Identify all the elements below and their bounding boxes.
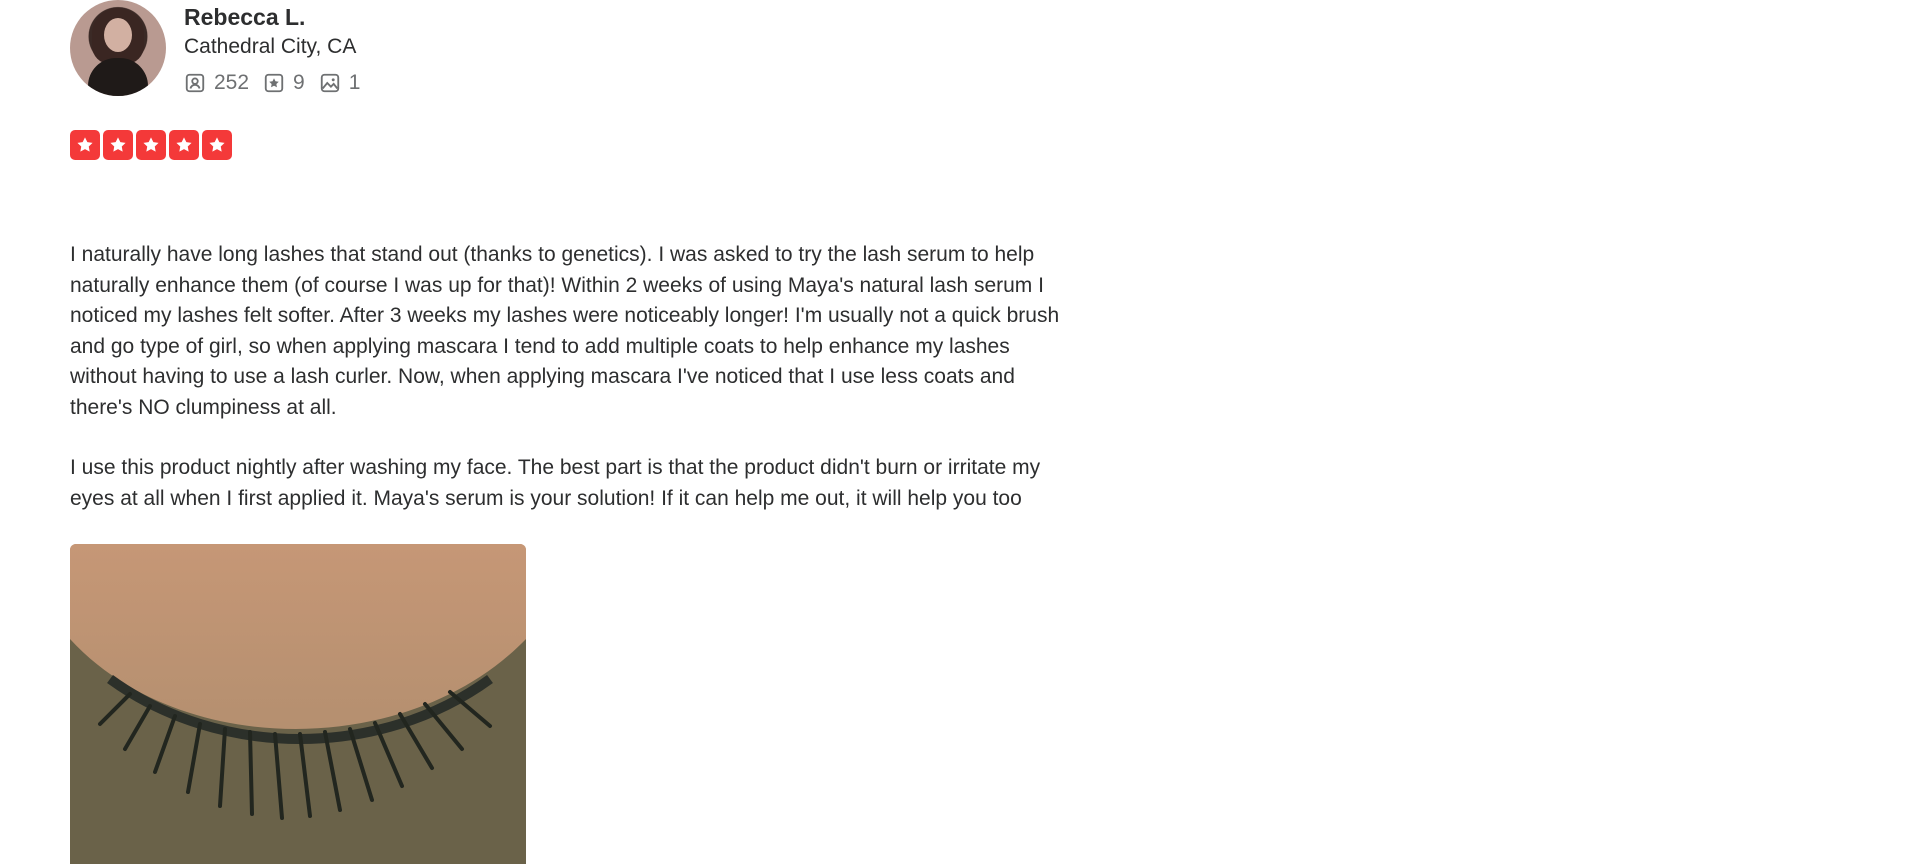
eyelash-photo-art xyxy=(70,544,526,864)
photo-icon xyxy=(320,73,339,93)
star-icon xyxy=(103,130,133,160)
star-rating xyxy=(70,130,1070,160)
stat-reviews: 9 xyxy=(263,70,305,96)
star-icon xyxy=(202,130,232,160)
review-card: Rebecca L. Cathedral City, CA 252 9 1 I … xyxy=(70,0,1070,864)
photos-count: 1 xyxy=(348,71,361,94)
reviewer-stats: 252 9 1 xyxy=(184,70,374,96)
reviewer-header: Rebecca L. Cathedral City, CA 252 9 1 xyxy=(70,0,1070,96)
avatar-body xyxy=(88,58,148,96)
reviews-count: 9 xyxy=(293,71,305,94)
review-photo[interactable] xyxy=(70,544,526,864)
friends-count: 252 xyxy=(214,71,250,94)
review-paragraph: I naturally have long lashes that stand … xyxy=(70,243,1060,419)
friends-icon xyxy=(185,73,205,93)
review-paragraph: I use this product nightly after washing… xyxy=(70,456,1041,510)
star-outline-icon xyxy=(264,73,284,93)
stat-photos: 1 xyxy=(319,70,361,96)
star-icon xyxy=(136,130,166,160)
avatar[interactable] xyxy=(70,0,166,96)
reviewer-name[interactable]: Rebecca L. xyxy=(184,2,374,32)
reviewer-location: Cathedral City, CA xyxy=(184,35,357,58)
reviewer-info: Rebecca L. Cathedral City, CA 252 9 1 xyxy=(184,2,374,96)
avatar-face xyxy=(104,18,132,52)
review-text: I naturally have long lashes that stand … xyxy=(70,240,1060,514)
star-icon xyxy=(70,130,100,160)
stat-friends: 252 xyxy=(184,70,249,96)
star-icon xyxy=(169,130,199,160)
